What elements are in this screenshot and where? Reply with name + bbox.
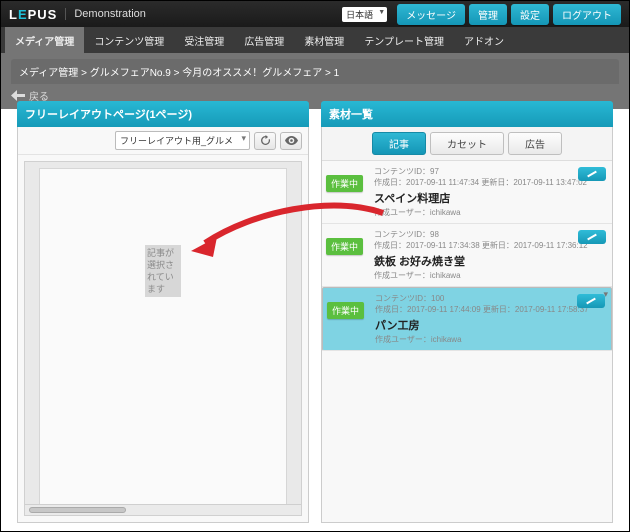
status-badge: 作業中 — [326, 238, 363, 255]
asset-tab-article[interactable]: 記事 — [372, 132, 426, 155]
edit-button[interactable] — [577, 294, 605, 308]
item-title: 鉄板 お好み焼き堂 — [374, 253, 607, 269]
item-dates: 作成日：2017-09-11 17:44:09 更新日：2017-09-11 1… — [375, 304, 606, 315]
item-author: 作成ユーザー：ichikawa — [374, 270, 607, 281]
tab-addon[interactable]: アドオン — [454, 27, 514, 53]
layout-toolbar: フリーレイアウト用_グルメ — [18, 127, 308, 155]
tab-assets[interactable]: 素材管理 — [294, 27, 354, 53]
status-badge: 作業中 — [326, 175, 363, 192]
item-author: 作成ユーザー：ichikawa — [374, 207, 607, 218]
brand-logo: LEPUS — [9, 7, 57, 22]
asset-panel: 素材一覧 記事 カセット 広告 作業中 コンテンツID：97 作成日：2017-… — [321, 101, 613, 523]
canvas-scrollbar[interactable] — [25, 504, 301, 515]
layout-panel: フリーレイアウトページ(1ページ) フリーレイアウト用_グルメ 記事が選択されて… — [17, 101, 309, 523]
tab-orders[interactable]: 受注管理 — [174, 27, 234, 53]
status-badge: 作業中 — [327, 302, 364, 319]
item-id: コンテンツID：100 — [375, 293, 606, 304]
drop-hint: 記事が選択されています — [145, 245, 181, 297]
item-dates: 作成日：2017-09-11 11:47:34 更新日：2017-09-11 1… — [374, 177, 607, 188]
language-select[interactable]: 日本語 — [342, 7, 387, 22]
back-arrow-icon — [11, 90, 25, 101]
item-title: パン工房 — [375, 317, 606, 333]
edit-button[interactable] — [578, 167, 606, 181]
tab-contents[interactable]: コンテンツ管理 — [84, 27, 174, 53]
refresh-button[interactable] — [254, 132, 276, 150]
asset-panel-title: 素材一覧 — [321, 101, 613, 127]
asset-tabs: 記事 カセット 広告 — [322, 127, 612, 161]
messages-button[interactable]: メッセージ — [397, 4, 465, 25]
list-item[interactable]: 作業中 コンテンツID：100 作成日：2017-09-11 17:44:09 … — [322, 287, 612, 351]
asset-tab-ad[interactable]: 広告 — [508, 132, 562, 155]
tab-ads[interactable]: 広告管理 — [234, 27, 294, 53]
page-preview: 記事が選択されています — [39, 168, 287, 509]
settings-button[interactable]: 設定 — [511, 4, 549, 25]
layout-panel-title: フリーレイアウトページ(1ページ) — [17, 101, 309, 127]
refresh-icon — [260, 135, 271, 146]
list-item[interactable]: 作業中 コンテンツID：98 作成日：2017-09-11 17:34:38 更… — [322, 224, 612, 287]
preview-button[interactable] — [280, 132, 302, 150]
logout-button[interactable]: ログアウト — [553, 4, 621, 25]
item-author: 作成ユーザー：ichikawa — [375, 334, 606, 345]
eye-icon — [285, 136, 298, 145]
layout-canvas[interactable]: 記事が選択されています — [24, 161, 302, 516]
item-title: スペイン料理店 — [374, 190, 607, 206]
asset-list: 作業中 コンテンツID：97 作成日：2017-09-11 11:47:34 更… — [322, 161, 612, 522]
item-id: コンテンツID：97 — [374, 166, 607, 177]
admin-button[interactable]: 管理 — [469, 4, 507, 25]
edit-button[interactable] — [578, 230, 606, 244]
main-nav: メディア管理 コンテンツ管理 受注管理 広告管理 素材管理 テンプレート管理 ア… — [1, 27, 629, 53]
item-id: コンテンツID：98 — [374, 229, 607, 240]
asset-tab-cassette[interactable]: カセット — [430, 132, 504, 155]
tab-templates[interactable]: テンプレート管理 — [354, 27, 454, 53]
app-header: LEPUS Demonstration 日本語 メッセージ 管理 設定 ログアウ… — [1, 1, 629, 27]
template-select[interactable]: フリーレイアウト用_グルメ — [115, 131, 250, 150]
list-item[interactable]: 作業中 コンテンツID：97 作成日：2017-09-11 11:47:34 更… — [322, 161, 612, 224]
tab-media[interactable]: メディア管理 — [5, 27, 84, 53]
item-dates: 作成日：2017-09-11 17:34:38 更新日：2017-09-11 1… — [374, 240, 607, 251]
header-subtitle: Demonstration — [65, 8, 146, 20]
breadcrumb: メディア管理 > グルメフェアNo.9 > 今月のオススメ！グルメフェア > 1 — [11, 59, 619, 84]
